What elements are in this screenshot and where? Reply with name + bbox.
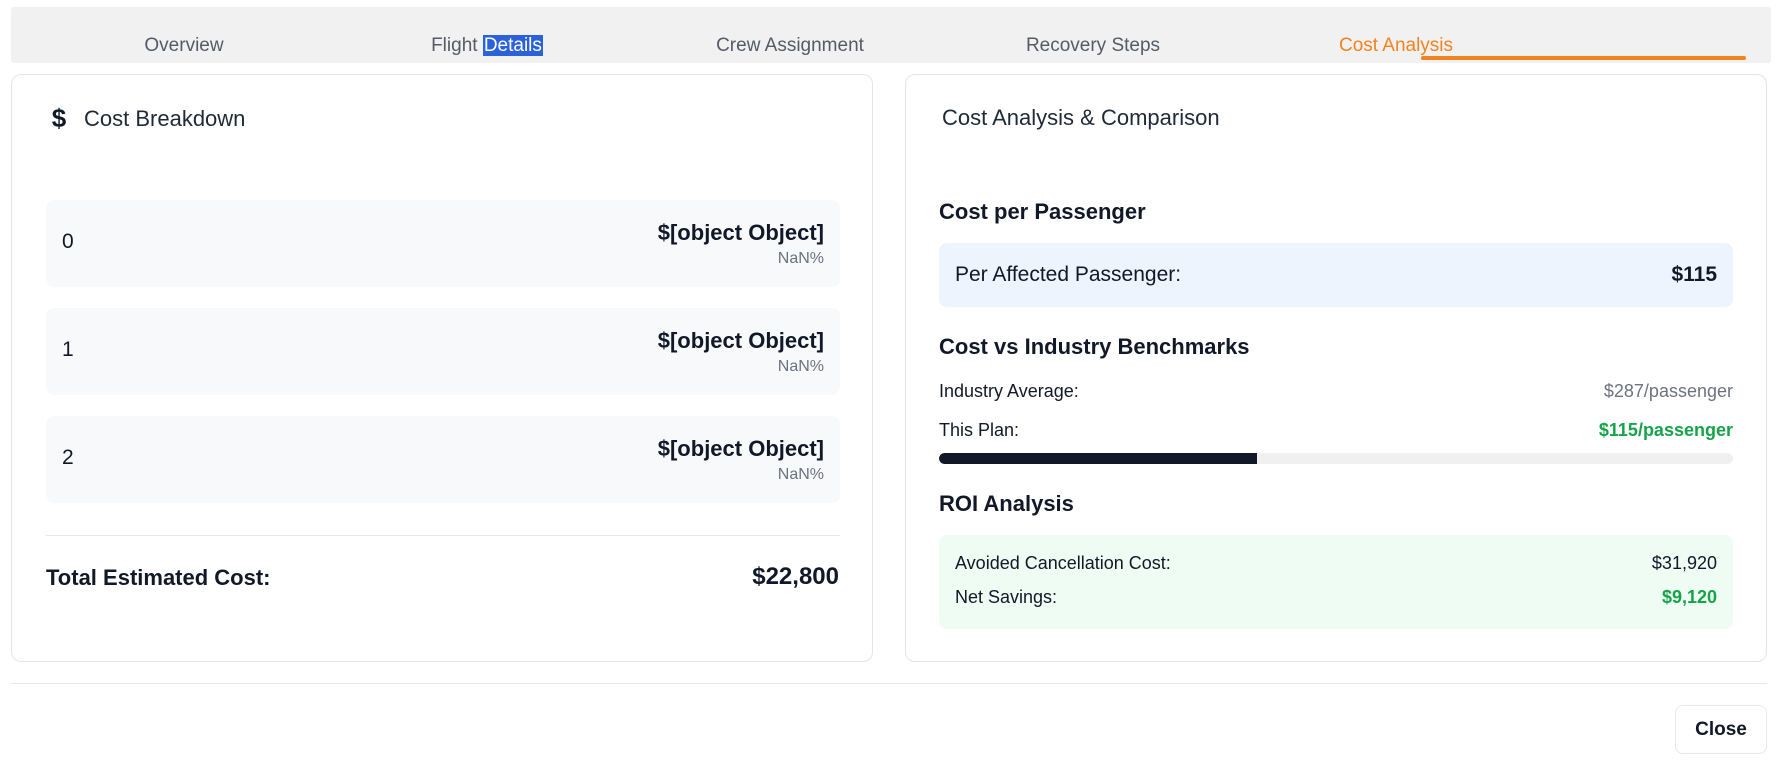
dollar-icon: $ <box>51 103 67 133</box>
cost-row: 1 $[object Object] NaN% <box>46 308 840 395</box>
section-heading-per-passenger: Cost per Passenger <box>939 199 1146 224</box>
tab-flight-details[interactable]: Flight Details <box>314 35 660 63</box>
per-passenger-label: Per Affected Passenger: <box>955 263 1182 286</box>
tab-crew-assignment[interactable]: Crew Assignment <box>617 35 963 63</box>
this-plan-row: This Plan: $115/passenger <box>939 420 1733 441</box>
per-passenger-box: Per Affected Passenger: $115 <box>939 243 1733 307</box>
tab-label: Crew Assignment <box>716 35 864 56</box>
active-tab-indicator <box>1421 56 1746 60</box>
per-passenger-value: $115 <box>1671 263 1717 286</box>
benchmark-progress-bar <box>939 453 1733 464</box>
cost-row: 0 $[object Object] NaN% <box>46 200 840 287</box>
tab-overview[interactable]: Overview <box>11 35 357 63</box>
total-label: Total Estimated Cost: <box>46 565 271 590</box>
cost-breakdown-card: $ Cost Breakdown 0 $[object Object] NaN%… <box>11 74 873 662</box>
tab-bar: Overview Flight Details Crew Assignment … <box>11 7 1771 63</box>
cost-row-amount: $[object Object] <box>657 220 824 245</box>
industry-average-row: Industry Average: $287/passenger <box>939 381 1733 402</box>
industry-average-label: Industry Average: <box>939 381 1079 401</box>
benchmark-progress-fill <box>939 453 1257 464</box>
section-heading-benchmarks: Cost vs Industry Benchmarks <box>939 334 1250 359</box>
tab-recovery-steps[interactable]: Recovery Steps <box>920 35 1266 63</box>
card-title: $ Cost Breakdown <box>48 103 246 134</box>
tab-label: Overview <box>144 35 224 56</box>
footer-divider <box>11 683 1767 684</box>
net-savings-row: Net Savings: $9,120 <box>955 587 1717 608</box>
this-plan-label: This Plan: <box>939 420 1020 440</box>
close-button[interactable]: Close <box>1675 705 1767 754</box>
tab-label: Cost Analysis <box>1338 35 1454 56</box>
cost-row-index: 1 <box>62 338 74 361</box>
cost-row-percent: NaN% <box>777 358 824 375</box>
section-heading-roi: ROI Analysis <box>939 491 1074 516</box>
selected-text: Details <box>482 35 543 56</box>
cost-row-index: 2 <box>62 446 74 469</box>
cost-row-amount: $[object Object] <box>657 328 824 353</box>
tab-label: Recovery Steps <box>1025 35 1161 56</box>
net-savings-value: $9,120 <box>1661 587 1717 607</box>
avoided-cost-row: Avoided Cancellation Cost: $31,920 <box>955 553 1717 574</box>
card-title: Cost Analysis & Comparison <box>942 105 1220 130</box>
cost-row-percent: NaN% <box>777 250 824 267</box>
total-value: $22,800 <box>752 563 839 590</box>
roi-box: Avoided Cancellation Cost: $31,920 Net S… <box>939 535 1733 629</box>
net-savings-label: Net Savings: <box>955 587 1058 607</box>
cost-row-index: 0 <box>62 230 74 253</box>
tab-label: Flight <box>431 35 483 56</box>
cost-analysis-card: Cost Analysis & Comparison Cost per Pass… <box>905 74 1767 662</box>
divider <box>46 535 840 536</box>
card-title-text: Cost Breakdown <box>84 105 246 131</box>
avoided-cost-value: $31,920 <box>1651 553 1717 573</box>
this-plan-value: $115/passenger <box>1598 420 1733 440</box>
cost-row-percent: NaN% <box>777 466 824 483</box>
cost-row: 2 $[object Object] NaN% <box>46 416 840 503</box>
cost-row-amount: $[object Object] <box>657 436 824 461</box>
avoided-cost-label: Avoided Cancellation Cost: <box>955 553 1171 573</box>
industry-average-value: $287/passenger <box>1603 381 1733 401</box>
